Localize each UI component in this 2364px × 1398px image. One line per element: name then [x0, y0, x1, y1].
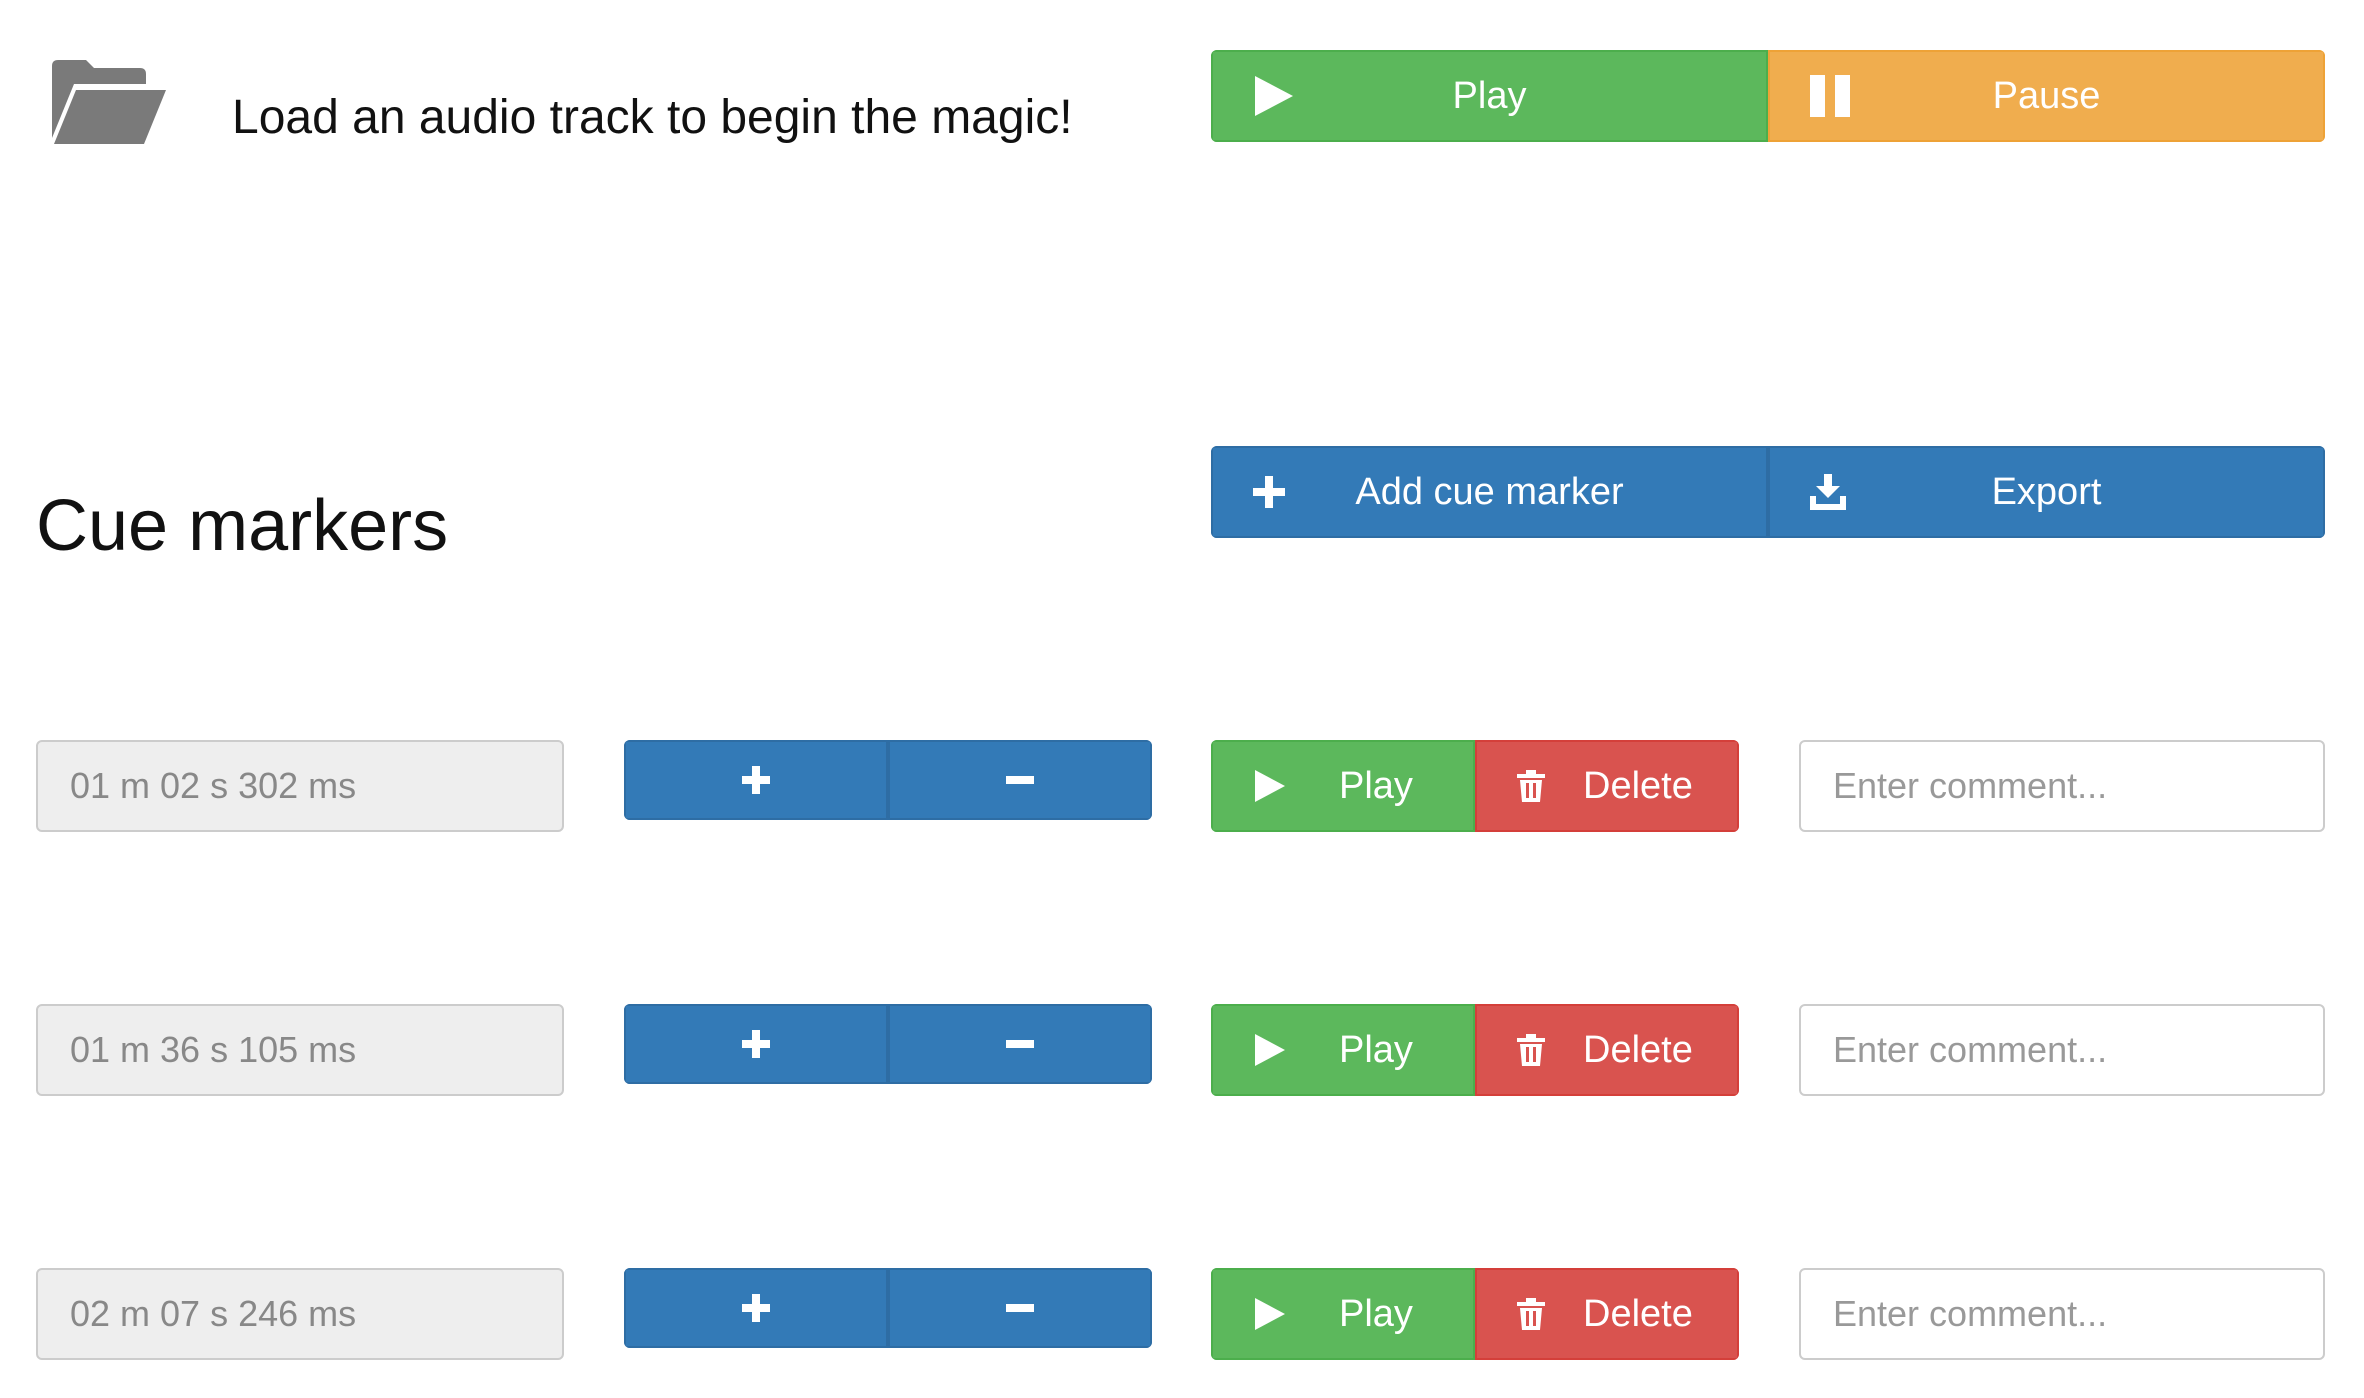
decrease-time-button[interactable] — [888, 1004, 1152, 1084]
plus-icon — [742, 766, 770, 794]
add-cue-marker-button[interactable]: Add cue marker — [1211, 446, 1768, 538]
delete-cue-button[interactable]: Delete — [1475, 1004, 1739, 1096]
cue-time-display: 02 m 07 s 246 ms — [36, 1268, 564, 1360]
minus-icon — [1006, 1304, 1034, 1312]
play-icon — [1253, 1034, 1285, 1066]
cue-row-actions: Play Delete — [1211, 740, 1739, 832]
decrease-time-button[interactable] — [888, 740, 1152, 820]
download-icon — [1810, 474, 1846, 510]
plus-icon — [742, 1294, 770, 1322]
cue-marker-editor: Load an audio track to begin the magic! … — [0, 0, 2364, 1398]
time-nudge-controls — [624, 1004, 1152, 1084]
export-button[interactable]: Export — [1768, 446, 2325, 538]
pause-button[interactable]: Pause — [1768, 50, 2325, 142]
cue-row-actions: Play Delete — [1211, 1004, 1739, 1096]
time-nudge-controls — [624, 740, 1152, 820]
play-button[interactable]: Play — [1211, 50, 1768, 142]
play-cue-button[interactable]: Play — [1211, 1268, 1475, 1360]
increase-time-button[interactable] — [624, 1004, 888, 1084]
play-icon — [1253, 76, 1293, 116]
export-label: Export — [1991, 470, 2102, 513]
minus-icon — [1006, 776, 1034, 784]
pause-icon — [1810, 75, 1852, 117]
cue-time-display: 01 m 36 s 105 ms — [36, 1004, 564, 1096]
transport-controls: Play Pause — [1211, 50, 2325, 142]
comment-input[interactable] — [1799, 740, 2325, 832]
delete-cue-label: Delete — [1583, 764, 1693, 807]
delete-cue-button[interactable]: Delete — [1475, 1268, 1739, 1360]
folder-open-icon[interactable] — [48, 56, 168, 148]
comment-input[interactable] — [1799, 1004, 2325, 1096]
trash-icon — [1517, 1298, 1545, 1330]
minus-icon — [1006, 1040, 1034, 1048]
play-cue-label: Play — [1339, 1292, 1413, 1335]
load-track-prompt: Load an audio track to begin the magic! — [232, 91, 1073, 144]
cue-time-display: 01 m 02 s 302 ms — [36, 740, 564, 832]
play-icon — [1253, 1298, 1285, 1330]
play-icon — [1253, 770, 1285, 802]
add-cue-marker-label: Add cue marker — [1355, 470, 1624, 513]
comment-input[interactable] — [1799, 1268, 2325, 1360]
time-nudge-controls — [624, 1268, 1152, 1348]
pause-button-label: Pause — [1992, 74, 2101, 117]
plus-icon — [1253, 476, 1285, 508]
play-cue-button[interactable]: Play — [1211, 740, 1475, 832]
increase-time-button[interactable] — [624, 1268, 888, 1348]
delete-cue-label: Delete — [1583, 1028, 1693, 1071]
increase-time-button[interactable] — [624, 740, 888, 820]
play-cue-label: Play — [1339, 1028, 1413, 1071]
trash-icon — [1517, 1034, 1545, 1066]
decrease-time-button[interactable] — [888, 1268, 1152, 1348]
play-cue-label: Play — [1339, 764, 1413, 807]
plus-icon — [742, 1030, 770, 1058]
delete-cue-label: Delete — [1583, 1292, 1693, 1335]
cue-row-actions: Play Delete — [1211, 1268, 1739, 1360]
play-cue-button[interactable]: Play — [1211, 1004, 1475, 1096]
cue-actions: Add cue marker Export — [1211, 446, 2325, 538]
delete-cue-button[interactable]: Delete — [1475, 740, 1739, 832]
cue-markers-heading: Cue markers — [36, 486, 449, 566]
play-button-label: Play — [1452, 74, 1527, 117]
trash-icon — [1517, 770, 1545, 802]
